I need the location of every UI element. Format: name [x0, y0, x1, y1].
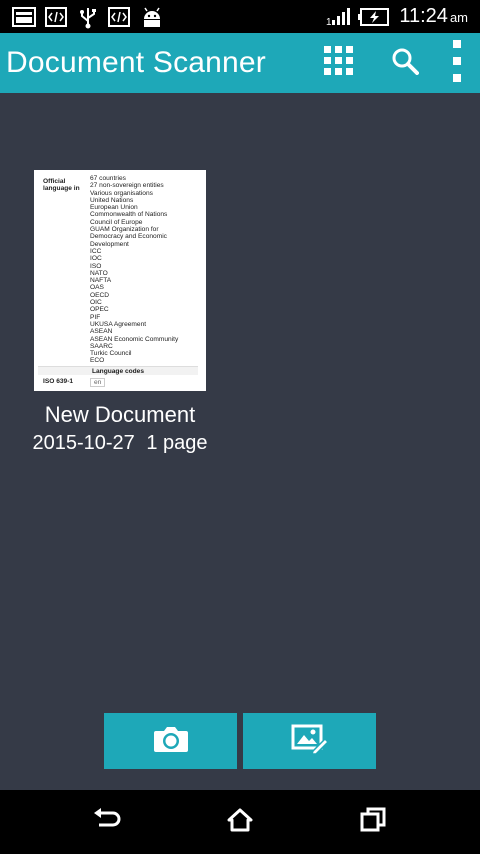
list-item: IOC [90, 255, 102, 263]
list-item: NATO [90, 269, 108, 277]
search-button[interactable] [385, 43, 425, 83]
list-item: NAFTA [90, 277, 112, 285]
svg-text:1: 1 [326, 17, 332, 26]
search-icon [391, 47, 419, 80]
back-button[interactable] [87, 804, 127, 840]
gallery-edit-icon [291, 724, 329, 759]
overflow-menu-icon [452, 39, 462, 87]
thumbnail-code-label: ISO 639-1 [43, 378, 74, 385]
recents-button[interactable] [353, 804, 393, 840]
status-bar: 1 11:24 am [0, 0, 480, 33]
list-item: OAS [90, 284, 104, 292]
list-item: Democracy and Economic [90, 233, 167, 241]
navigation-bar [0, 790, 480, 854]
thumbnail-code-value: en [90, 378, 106, 388]
gallery-notification-icon [12, 7, 36, 32]
android-icon [141, 7, 163, 34]
clock: 11:24 am [399, 5, 468, 27]
list-item: Development [90, 240, 129, 248]
battery-charging-icon [358, 8, 390, 31]
list-item: OECD [90, 291, 110, 299]
list-item: ECO [90, 357, 105, 365]
document-meta: 2015-10-27 1 page [20, 432, 220, 455]
list-item: ASEAN [90, 328, 113, 336]
document-name: New Document [44, 402, 196, 427]
app-title: Document Scanner [6, 46, 267, 79]
grid-view-button[interactable] [319, 43, 359, 83]
list-item: OPEC [90, 306, 109, 314]
list-item: ASEAN Economic Community [90, 335, 179, 343]
code-notification-icon [108, 7, 130, 32]
list-item: GUAM Organization for [90, 226, 159, 234]
grid-view-icon [324, 45, 354, 81]
signal-icon: 1 [326, 8, 352, 31]
home-button[interactable] [220, 804, 260, 840]
overflow-menu-button[interactable] [437, 39, 477, 83]
camera-icon [153, 725, 189, 758]
list-item: PIF [90, 313, 101, 321]
gallery-import-button[interactable] [243, 713, 376, 769]
list-item: ISO [90, 262, 102, 270]
back-icon [93, 807, 121, 837]
document-thumbnail[interactable]: Official language in 67 countries 27 non… [34, 170, 206, 391]
thumbnail-section-header: Language codes [38, 366, 198, 376]
list-item: ICC [90, 247, 102, 255]
list-item: OIC [90, 299, 102, 307]
list-item: European Union [90, 204, 138, 212]
usb-icon [78, 7, 98, 34]
thumbnail-label: Official language in [43, 178, 80, 193]
code-notification-icon [45, 7, 67, 32]
list-item: Council of Europe [90, 218, 143, 226]
list-item: Commonwealth of Nations [90, 211, 168, 219]
list-item: 27 non-sovereign entities [90, 182, 164, 190]
thumbnail-page-content: Official language in 67 countries 27 non… [34, 170, 206, 391]
thumbnail-list: 67 countries 27 non-sovereign entities V… [90, 175, 204, 365]
app-bar: Document Scanner [0, 33, 480, 93]
list-item: Turkic Council [90, 350, 132, 358]
list-item: SAARC [90, 342, 113, 350]
document-page-count: 1 page [146, 432, 208, 454]
camera-button[interactable] [104, 713, 237, 769]
list-item: 67 countries [90, 175, 126, 182]
recents-icon [360, 807, 386, 838]
list-item: UKUSA Agreement [90, 320, 147, 328]
document-date: 2015-10-27 [32, 432, 135, 454]
list-item: United Nations [90, 196, 134, 204]
home-icon [227, 808, 253, 837]
list-item: Various organisations [90, 189, 153, 197]
